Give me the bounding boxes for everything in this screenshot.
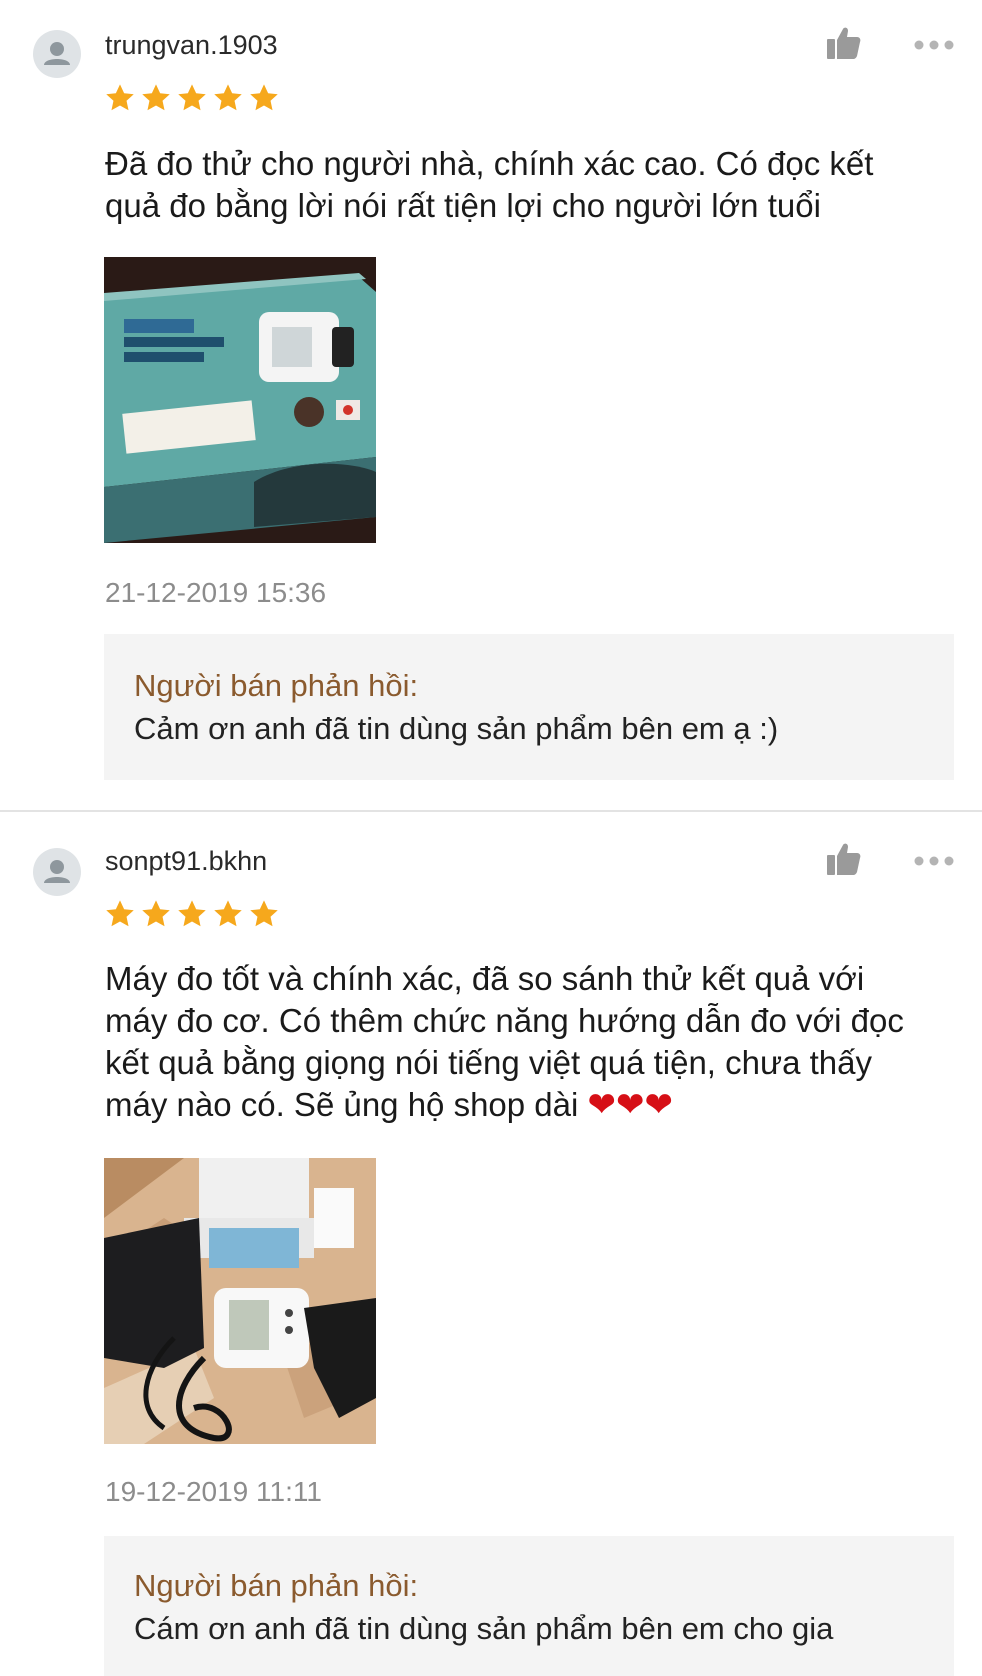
review-photo[interactable] [104, 257, 376, 543]
seller-reply-title: Người bán phản hồi: [134, 1568, 419, 1603]
review-comment-text: Máy đo tốt và chính xác, đã so sánh thử … [105, 960, 904, 1123]
star-icon [142, 900, 170, 927]
review-photo[interactable] [104, 1158, 376, 1444]
star-icon [214, 900, 242, 927]
star-icon [142, 84, 170, 111]
rating-stars [104, 898, 280, 930]
seller-reply: Người bán phản hồi: Cảm ơn anh đã tin dù… [104, 634, 954, 780]
star-icon [250, 84, 278, 111]
avatar[interactable] [33, 848, 81, 896]
user-avatar-icon [44, 42, 70, 65]
star-icon [178, 900, 206, 927]
user-avatar-icon [44, 860, 70, 883]
review-timestamp: 19-12-2019 11:11 [105, 1476, 322, 1507]
thumbs-up-icon[interactable] [825, 24, 863, 62]
review-comment: Máy đo tốt và chính xác, đã so sánh thử … [105, 958, 925, 1126]
product-box-image [104, 257, 376, 543]
review-divider [0, 810, 982, 812]
more-options-icon[interactable] [913, 854, 955, 868]
more-options-icon[interactable] [913, 38, 955, 52]
thumbs-up-icon[interactable] [825, 840, 863, 878]
rating-stars [104, 82, 280, 114]
star-icon [214, 84, 242, 111]
avatar[interactable] [33, 30, 81, 78]
star-icon [250, 900, 278, 927]
seller-reply-text: Cảm ơn anh đã tin dùng sản phẩm bên em ạ… [134, 711, 779, 746]
reviewer-username[interactable]: sonpt91.bkhn [105, 844, 267, 878]
blood-pressure-monitor-image [104, 1158, 376, 1444]
star-icon [106, 84, 134, 111]
seller-reply-title: Người bán phản hồi: [134, 668, 419, 703]
review-item: trungvan.1903 Đã đo thử cho người nhà, c… [0, 0, 982, 810]
seller-reply-text: Cám ơn anh đã tin dùng sản phẩm bên em c… [134, 1611, 834, 1646]
star-icon [178, 84, 206, 111]
star-icon [106, 900, 134, 927]
review-timestamp: 21-12-2019 15:36 [105, 577, 327, 608]
reviewer-username[interactable]: trungvan.1903 [105, 28, 278, 62]
review-item: sonpt91.bkhn Máy đo tốt và chính xác, đã… [0, 818, 982, 1676]
review-comment-text: Đã đo thử cho người nhà, chính xác cao. … [105, 145, 874, 224]
review-comment: Đã đo thử cho người nhà, chính xác cao. … [105, 143, 925, 227]
heart-emojis: ❤❤❤ [587, 1086, 673, 1124]
seller-reply: Người bán phản hồi: Cám ơn anh đã tin dù… [104, 1536, 954, 1676]
